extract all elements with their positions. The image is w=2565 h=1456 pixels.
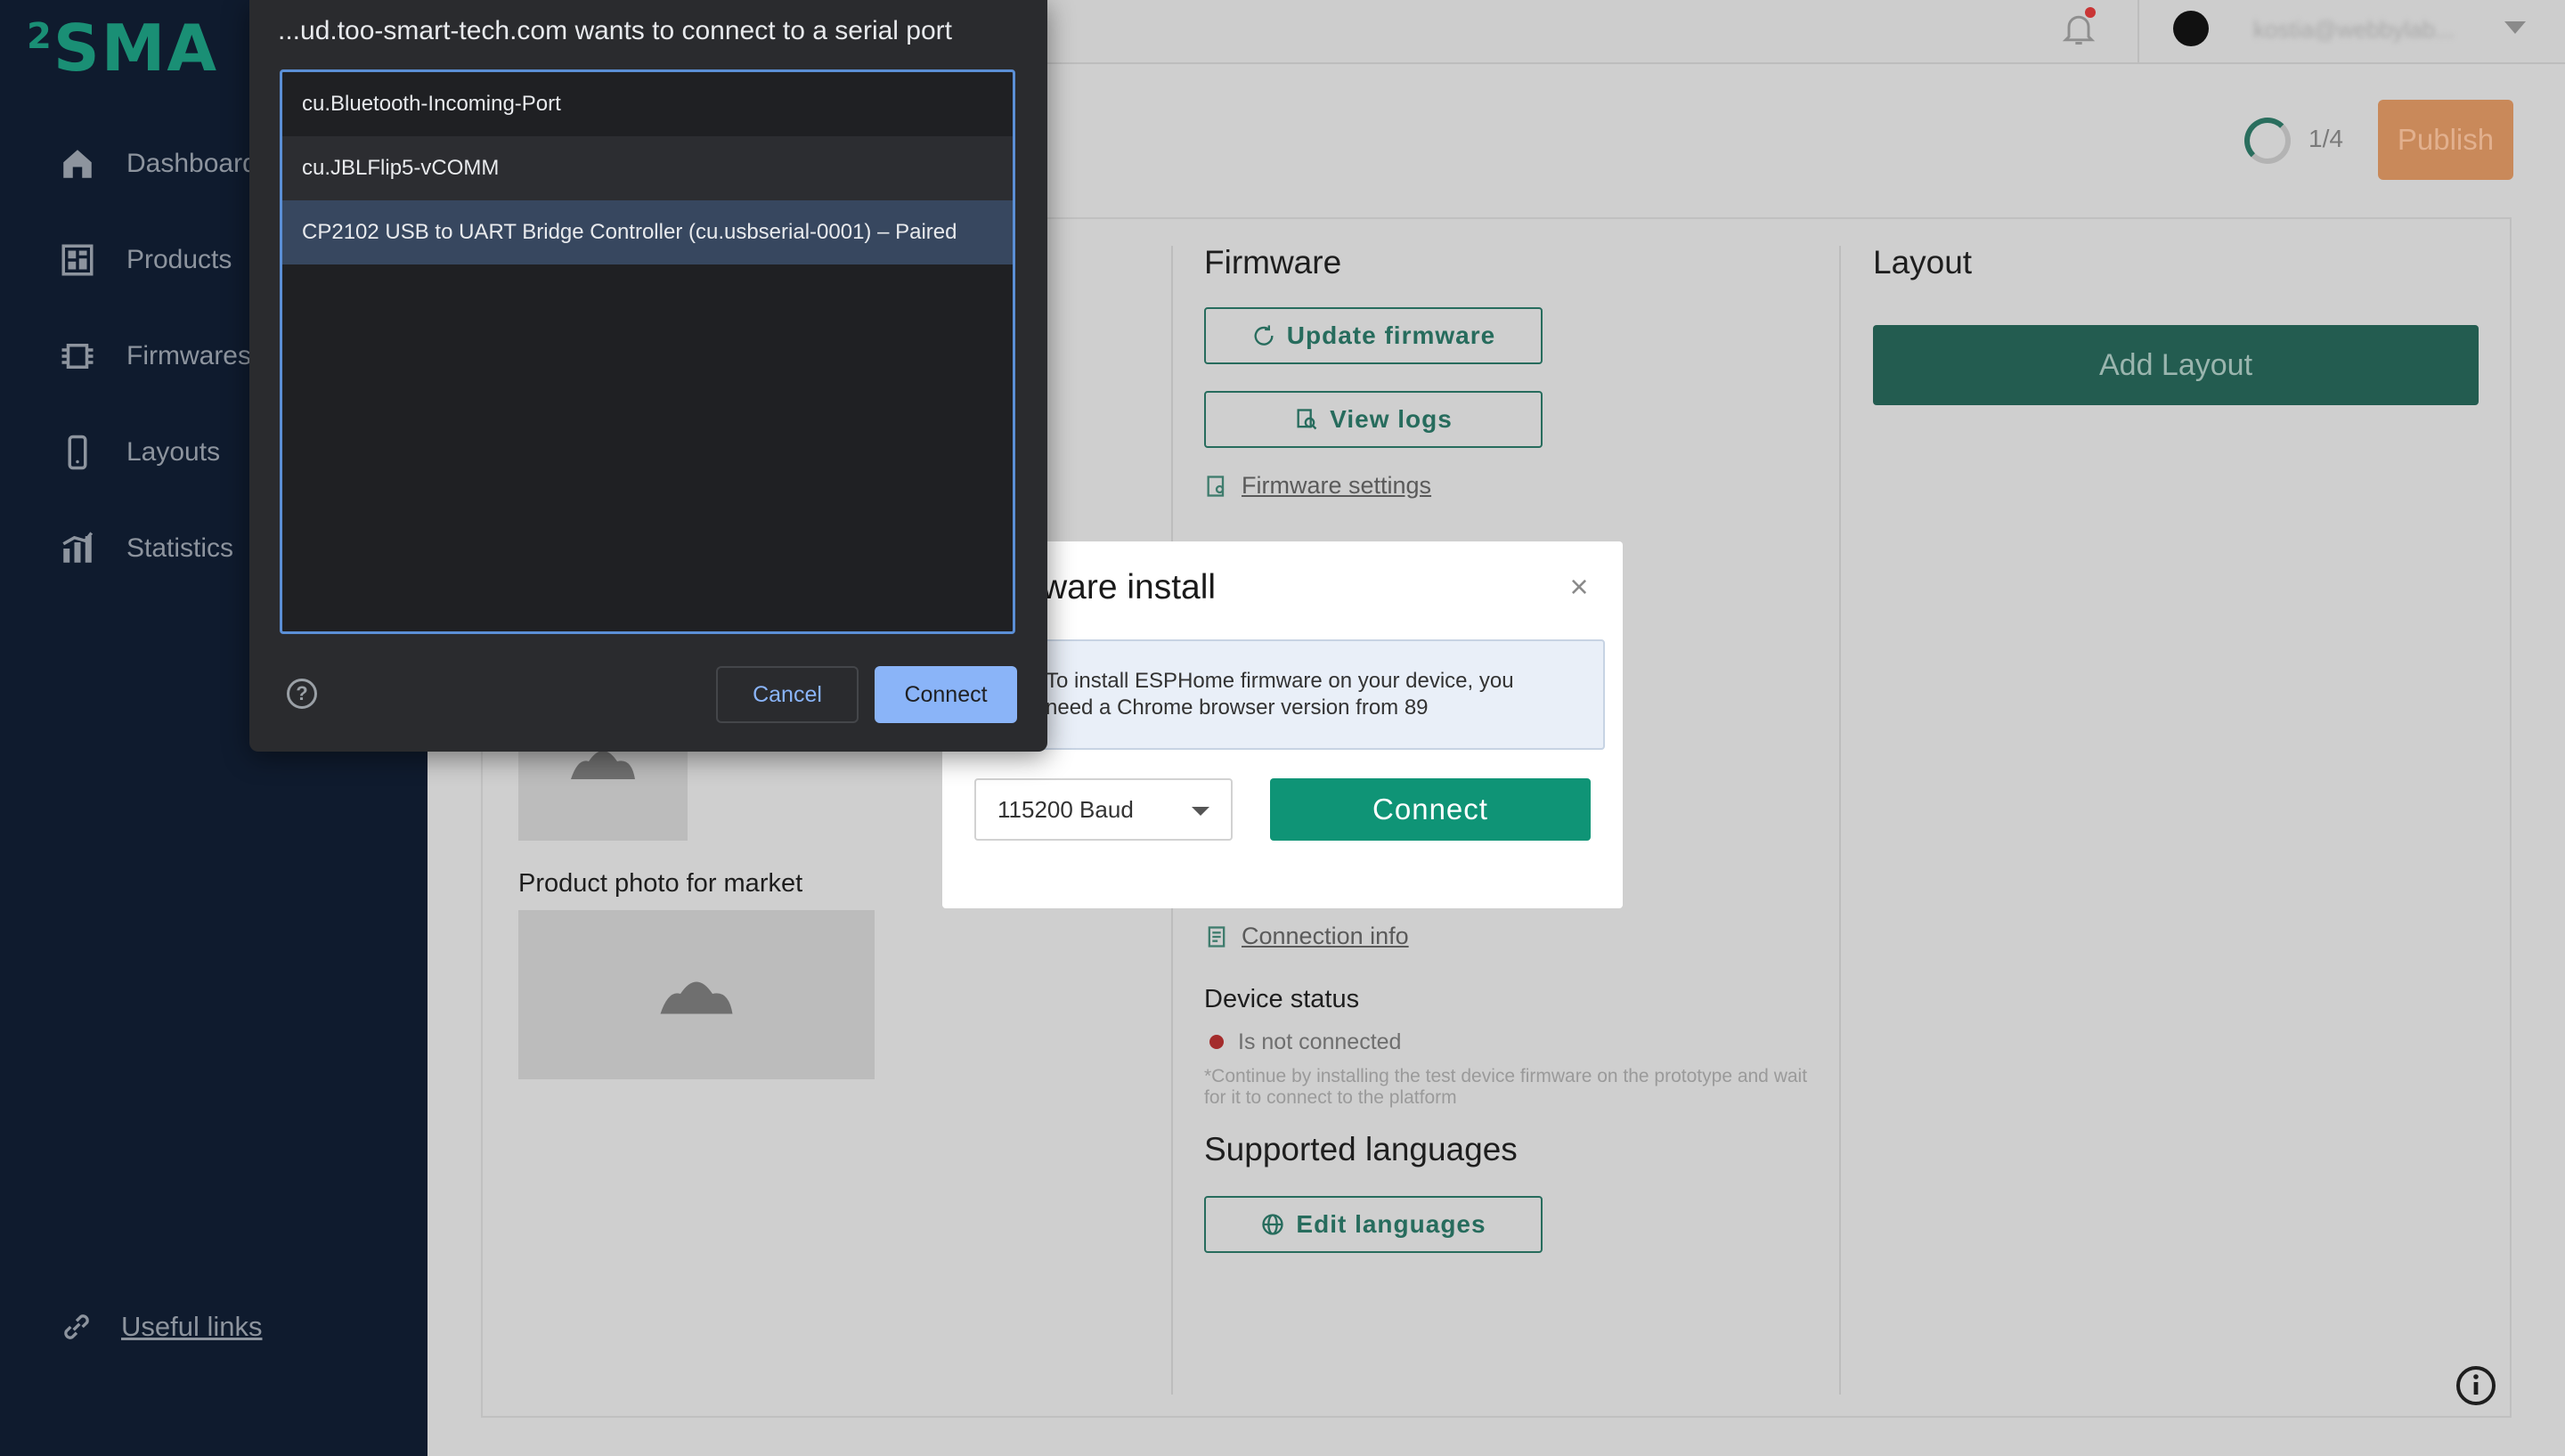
modal-title: ware install xyxy=(1042,568,1217,606)
chooser-title: ...ud.too-smart-tech.com wants to connec… xyxy=(278,16,953,45)
add-layout-button[interactable]: Add Layout xyxy=(1873,325,2479,405)
chip-icon xyxy=(61,344,94,369)
layout-title: Layout xyxy=(1873,244,1973,281)
avatar[interactable] xyxy=(2173,11,2209,46)
update-firmware-button[interactable]: Update firmware xyxy=(1204,307,1543,364)
view-logs-button[interactable]: View logs xyxy=(1204,391,1543,448)
port-item[interactable]: cu.Bluetooth-Incoming-Port xyxy=(282,72,1013,136)
cancel-button[interactable]: Cancel xyxy=(716,666,859,723)
chart-icon xyxy=(62,532,94,563)
device-status-note: *Continue by installing the test device … xyxy=(1204,1066,1808,1108)
useful-links-label: Useful links xyxy=(121,1311,263,1342)
serial-port-chooser: ...ud.too-smart-tech.com wants to connec… xyxy=(249,0,1047,752)
install-connect-button[interactable]: Connect xyxy=(1270,778,1591,841)
market-photo-label: Product photo for market xyxy=(518,869,803,898)
image-placeholder-icon xyxy=(660,981,733,1014)
baud-rate-value: 115200 Baud xyxy=(998,795,1134,823)
sidebar-item-label: Statistics xyxy=(126,533,234,563)
sidebar-item-statistics[interactable]: Statistics xyxy=(59,522,233,575)
sidebar-item-dashboard[interactable]: Dashboard xyxy=(59,137,257,191)
supported-languages-title: Supported languages xyxy=(1204,1131,1518,1167)
sidebar-item-label: Products xyxy=(126,245,232,274)
sidebar-item-label: Dashboard xyxy=(126,149,257,178)
globe-icon xyxy=(1262,1214,1284,1235)
device-status-value: Is not connected xyxy=(1238,1029,1402,1054)
chevron-down-icon[interactable] xyxy=(2504,21,2526,34)
edit-languages-button[interactable]: Edit languages xyxy=(1204,1196,1543,1253)
notice-text: To install ESPHome firmware on your devi… xyxy=(1046,669,1514,720)
chevron-down-icon xyxy=(1192,807,1209,816)
port-item[interactable]: cu.JBLFlip5-vCOMM xyxy=(282,136,1013,200)
link-icon xyxy=(64,1314,89,1339)
sidebar-item-layouts[interactable]: Layouts xyxy=(59,426,220,479)
column-divider xyxy=(1839,246,1841,1395)
user-email[interactable]: kostia@webbylab... xyxy=(2253,16,2455,44)
sidebar-item-firmwares[interactable]: Firmwares xyxy=(59,329,251,383)
sidebar-item-label: Firmwares xyxy=(126,341,251,370)
port-item-selected[interactable]: CP2102 USB to UART Bridge Controller (cu… xyxy=(282,200,1013,264)
market-photo-placeholder[interactable] xyxy=(518,910,875,1079)
connect-button[interactable]: Connect xyxy=(875,666,1017,723)
connection-info-link[interactable]: Connection info xyxy=(1204,923,1409,950)
header-divider xyxy=(2138,0,2139,64)
status-dot xyxy=(1209,1035,1224,1049)
logo[interactable]: 2SMA xyxy=(27,11,218,85)
refresh-icon xyxy=(1254,325,1274,346)
help-icon[interactable]: ? xyxy=(287,679,317,709)
logs-icon xyxy=(1297,409,1317,430)
settings-doc-icon xyxy=(1207,475,1225,497)
device-status-title: Device status xyxy=(1204,985,1360,1013)
notification-badge xyxy=(2085,7,2096,18)
useful-links[interactable]: Useful links xyxy=(59,1309,263,1345)
firmware-settings-link[interactable]: Firmware settings xyxy=(1204,472,1431,500)
sidebar-item-products[interactable]: Products xyxy=(59,233,232,287)
browser-notice: To install ESPHome firmware on your devi… xyxy=(960,639,1605,750)
phone-icon xyxy=(68,435,87,470)
progress-text: 1/4 xyxy=(2308,125,2343,152)
firmware-title: Firmware xyxy=(1204,244,1342,281)
port-list[interactable]: cu.Bluetooth-Incoming-Port cu.JBLFlip5-v… xyxy=(280,69,1015,634)
sidebar-item-label: Layouts xyxy=(126,437,221,467)
products-icon xyxy=(61,244,94,276)
home-icon xyxy=(63,150,92,178)
baud-rate-select[interactable]: 115200 Baud xyxy=(974,778,1233,841)
info-icon[interactable] xyxy=(2455,1364,2497,1407)
publish-button[interactable]: Publish xyxy=(2378,100,2513,180)
document-icon xyxy=(1208,925,1226,948)
close-icon[interactable]: × xyxy=(1566,571,1592,603)
progress-ring xyxy=(2244,118,2291,164)
